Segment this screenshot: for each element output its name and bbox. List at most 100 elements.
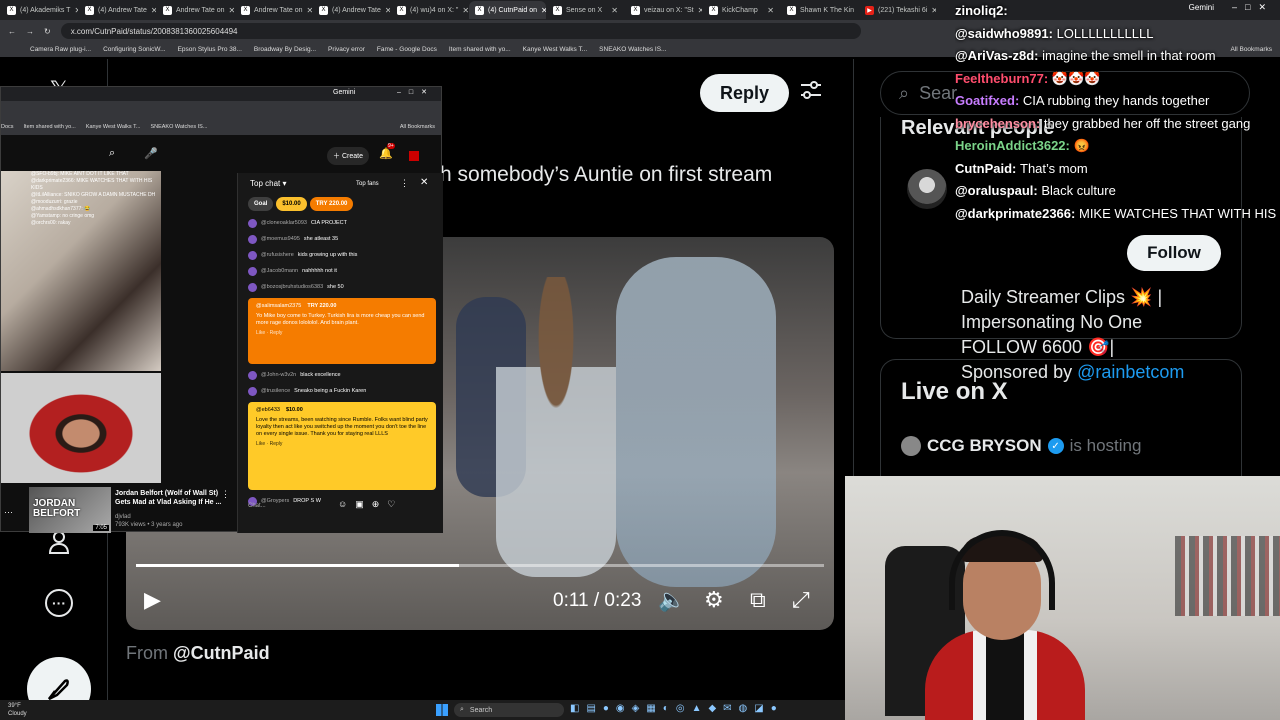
bookmark-item[interactable]: Privacy error (328, 46, 365, 53)
person-icon (48, 531, 70, 554)
bookmark-item[interactable]: Camera Raw plug-i... (30, 46, 91, 53)
bookmark-item[interactable]: Fame - Google Docs (377, 46, 437, 53)
chat-message: @trusilence Sneako being a Fuckin Karen (248, 383, 436, 399)
reload-icon[interactable]: ↻ (44, 27, 51, 36)
fullscreen-icon[interactable]: ⤢ (792, 587, 810, 613)
browser-tab[interactable]: X (4) Akademiks T ✕ (1, 1, 78, 19)
gemini-button[interactable]: Gemini (333, 89, 355, 96)
source-handle-link[interactable]: @CutnPaid (173, 643, 270, 663)
recommended-title[interactable]: Jordan Belfort (Wolf of Wall St) Gets Ma… (115, 489, 225, 507)
close-icon[interactable]: ✕ (229, 6, 234, 15)
browser-tab[interactable]: X (4) Andrew Tate ✕ (313, 1, 390, 19)
create-button[interactable]: ＋ Create (327, 147, 370, 165)
reply-button[interactable]: Reply (270, 441, 283, 447)
more-icon[interactable]: ··· (45, 589, 73, 617)
browser-tab[interactable]: ▶ (221) Tekashi 6i ✕ (859, 1, 936, 19)
close-icon[interactable]: ✕ (462, 6, 468, 15)
avatar (248, 282, 257, 292)
close-icon[interactable]: ✕ (74, 6, 78, 15)
bookmark-item[interactable]: SNEAKO Watches IS... (599, 46, 666, 53)
bookmark-item[interactable]: Item shared with yo... (449, 46, 511, 53)
play-icon[interactable]: ▶ (144, 587, 161, 613)
weather-widget[interactable]: 39°F Cloudy (8, 702, 27, 718)
avatar[interactable] (907, 169, 947, 209)
like-button[interactable]: Like (256, 330, 265, 336)
overlay-chat-line: CutnPaid: That’s mom (955, 160, 1088, 176)
video-frame-figure (496, 277, 616, 577)
more-icon[interactable]: ··· (4, 507, 13, 517)
reply-button[interactable]: Reply (270, 330, 283, 336)
reply-button[interactable]: Reply (700, 74, 789, 112)
window-controls[interactable]: –□✕ (397, 88, 435, 96)
close-icon[interactable]: ✕ (541, 6, 546, 15)
feather-icon (48, 679, 69, 701)
close-icon[interactable]: ✕ (611, 6, 618, 15)
taskbar-app-icons[interactable]: ◧▤●◉◈▦◐◎▲◆✉◍◪● (570, 703, 784, 714)
chat-input-icons[interactable]: ☺▣⊕♡ (338, 499, 403, 510)
close-icon[interactable]: ✕ (698, 6, 702, 15)
browser-tab[interactable]: Xveizau on X: "St ✕ (625, 1, 702, 19)
tab-label: KickChamp (722, 6, 758, 14)
taskbar-search[interactable]: ⌕ Search (454, 703, 564, 717)
back-icon[interactable]: ← (8, 27, 16, 36)
superchat-pill[interactable]: TRY 220.00 (309, 197, 354, 211)
sliders-icon[interactable] (800, 79, 822, 107)
browser-tab[interactable]: X (4) wu)4 on X: " ✕ (391, 1, 468, 19)
bookmark-item[interactable]: Kanye West Walks T... (523, 46, 588, 53)
bookmark-item[interactable]: Epson Stylus Pro 38... (178, 46, 242, 53)
avatar (248, 250, 257, 260)
browser-tab[interactable]: X Andrew Tate on ✕ (157, 1, 234, 19)
verified-icon: ✓ (1047, 438, 1064, 454)
browser-tab[interactable]: XShawn K The Kin✕ (781, 1, 858, 19)
url-field[interactable]: x.com/CutnPaid/status/200838136002560449… (60, 23, 861, 39)
volume-icon[interactable]: 🔈 (658, 587, 685, 613)
bookmark-item[interactable]: Configuring SonicW... (103, 46, 166, 53)
kebab-menu-icon[interactable]: ⋮ (400, 178, 409, 189)
browser-tab[interactable]: X Andrew Tate on ✕ (235, 1, 312, 19)
live-host-row[interactable]: CCG BRYSON ✓ is hosting (901, 436, 1141, 456)
close-icon[interactable]: ✕ (151, 6, 156, 15)
mic-icon[interactable]: 🎤 (144, 147, 158, 160)
tab-label: (4) wu)4 on X: " (410, 6, 459, 14)
bookmark-item[interactable]: Item shared with yo... (24, 124, 76, 130)
close-icon[interactable]: ✕ (931, 6, 936, 15)
video-progress-bar[interactable] (136, 564, 824, 567)
embedded-browser-window: Gemini –□✕ Docs Item shared with yo... Kan… (0, 86, 443, 533)
overlay-chat-line: Goatifxed: CIA rubbing they hands togeth… (955, 93, 1210, 108)
browser-tab[interactable]: X KickChamp ✕ (703, 1, 780, 19)
avatar (248, 266, 257, 276)
forward-icon[interactable]: → (26, 27, 34, 36)
browser-tab[interactable]: X Sense on X ✕ (547, 1, 624, 19)
superchat-pill[interactable]: $10.00 (276, 197, 307, 211)
tab-label: Andrew Tate on (176, 6, 225, 14)
like-button[interactable]: Like (256, 441, 265, 447)
bookmark-item[interactable]: SNEAKO Watches IS... (150, 124, 207, 130)
recommended-thumbnail[interactable]: JORDAN BELFORT 7:05 (29, 487, 111, 533)
inner-tab-bar: Gemini –□✕ (1, 87, 441, 101)
bookmark-item[interactable]: Kanye West Walks T... (86, 124, 141, 130)
chat-mode-selector[interactable]: Top chat ▾ (250, 179, 287, 188)
close-icon[interactable]: ✕ (307, 6, 312, 15)
bookmark-item[interactable]: Broadway By Desig... (254, 46, 316, 53)
close-icon[interactable]: ✕ (767, 6, 774, 15)
bookmark-item[interactable]: Docs (1, 124, 14, 130)
top-fans-button[interactable]: Top fans (356, 181, 379, 187)
goal-pill[interactable]: Goal (248, 197, 274, 211)
chat-input[interactable]: Chat... (248, 503, 338, 509)
pip-icon[interactable]: ⧉ (750, 587, 766, 613)
search-icon[interactable]: ⌕ (109, 147, 115, 160)
close-icon[interactable]: ✕ (420, 177, 428, 188)
all-bookmarks-button[interactable]: All Bookmarks (400, 124, 435, 130)
close-icon[interactable]: ✕ (385, 6, 390, 15)
browser-tab[interactable]: X (4) CutnPaid on ✕ (469, 1, 546, 19)
browser-tab[interactable]: X (4) Andrew Tate ✕ (79, 1, 156, 19)
super-chat: @eb6433 $10.00 Love the streams, been wat… (248, 402, 436, 490)
kebab-menu-icon[interactable]: ⋮ (221, 489, 230, 500)
headset-icon (949, 530, 1055, 610)
settings-gear-icon[interactable]: ⚙ (704, 587, 724, 613)
live-icon[interactable] (409, 151, 419, 161)
windows-start-icon[interactable] (436, 704, 448, 716)
tab-label: Sense on X (566, 6, 603, 14)
recommended-meta: djvlad 793K views • 3 years ago (115, 514, 183, 528)
stream-chat-line: @mooduzurri: grazie (31, 199, 78, 205)
